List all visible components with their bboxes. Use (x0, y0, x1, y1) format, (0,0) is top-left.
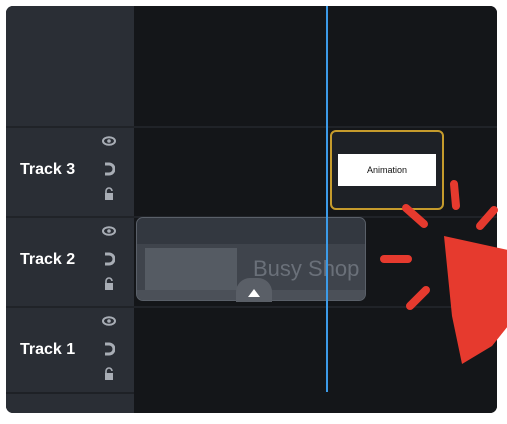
lock-icon[interactable] (104, 277, 114, 291)
cursor-pointer-icon (380, 180, 507, 364)
expand-up-icon (248, 289, 260, 297)
expand-button[interactable] (236, 278, 272, 302)
eye-icon[interactable] (102, 226, 116, 236)
magnet-icon[interactable] (103, 342, 115, 356)
magnet-icon[interactable] (103, 252, 115, 266)
track-label: Track 2 (20, 251, 76, 268)
track-label: Track 1 (20, 341, 76, 358)
lock-icon[interactable] (104, 367, 114, 381)
lock-icon[interactable] (104, 187, 114, 201)
playhead[interactable] (326, 6, 328, 392)
clip-effects-band (137, 218, 365, 244)
eye-icon[interactable] (102, 136, 116, 146)
eye-icon[interactable] (102, 316, 116, 326)
clip-title: Animation (366, 165, 408, 175)
row-divider (6, 126, 497, 128)
row-divider (6, 392, 134, 394)
clip-thumbnail (145, 248, 237, 292)
track-label: Track 3 (20, 161, 76, 178)
magnet-icon[interactable] (103, 162, 115, 176)
